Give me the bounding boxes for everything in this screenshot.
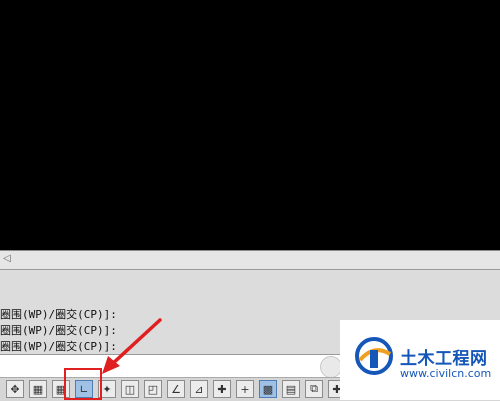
lineweight-icon[interactable]: +: [236, 380, 254, 398]
selection-cycling-icon[interactable]: ▤: [282, 380, 300, 398]
command-options-icon[interactable]: [320, 356, 342, 378]
dynamic-input-icon[interactable]: ✚: [213, 380, 231, 398]
civilcn-logo-icon: [355, 337, 393, 375]
logo-title: 土木工程网: [400, 349, 488, 369]
watermark-logo: 土木工程网 www.civilcn.com: [340, 320, 500, 400]
grid-small-icon[interactable]: ▦: [29, 380, 47, 398]
dynamic-ucs-icon[interactable]: ⊿: [190, 380, 208, 398]
horizontal-scrollbar[interactable]: ◁: [0, 250, 500, 270]
angle-icon[interactable]: ∠: [167, 380, 185, 398]
scroll-left-arrow-icon[interactable]: ◁: [2, 253, 12, 265]
logo-url: www.civilcn.com: [400, 367, 492, 380]
snap-move-icon[interactable]: ✥: [6, 380, 24, 398]
annotation-arrow: [102, 318, 162, 374]
object-snap-icon[interactable]: ◫: [121, 380, 139, 398]
drawing-canvas[interactable]: [0, 0, 500, 250]
transparency-icon[interactable]: ▩: [259, 380, 277, 398]
3d-snap-icon[interactable]: ◰: [144, 380, 162, 398]
annotation-monitor-icon[interactable]: ⧉: [305, 380, 323, 398]
